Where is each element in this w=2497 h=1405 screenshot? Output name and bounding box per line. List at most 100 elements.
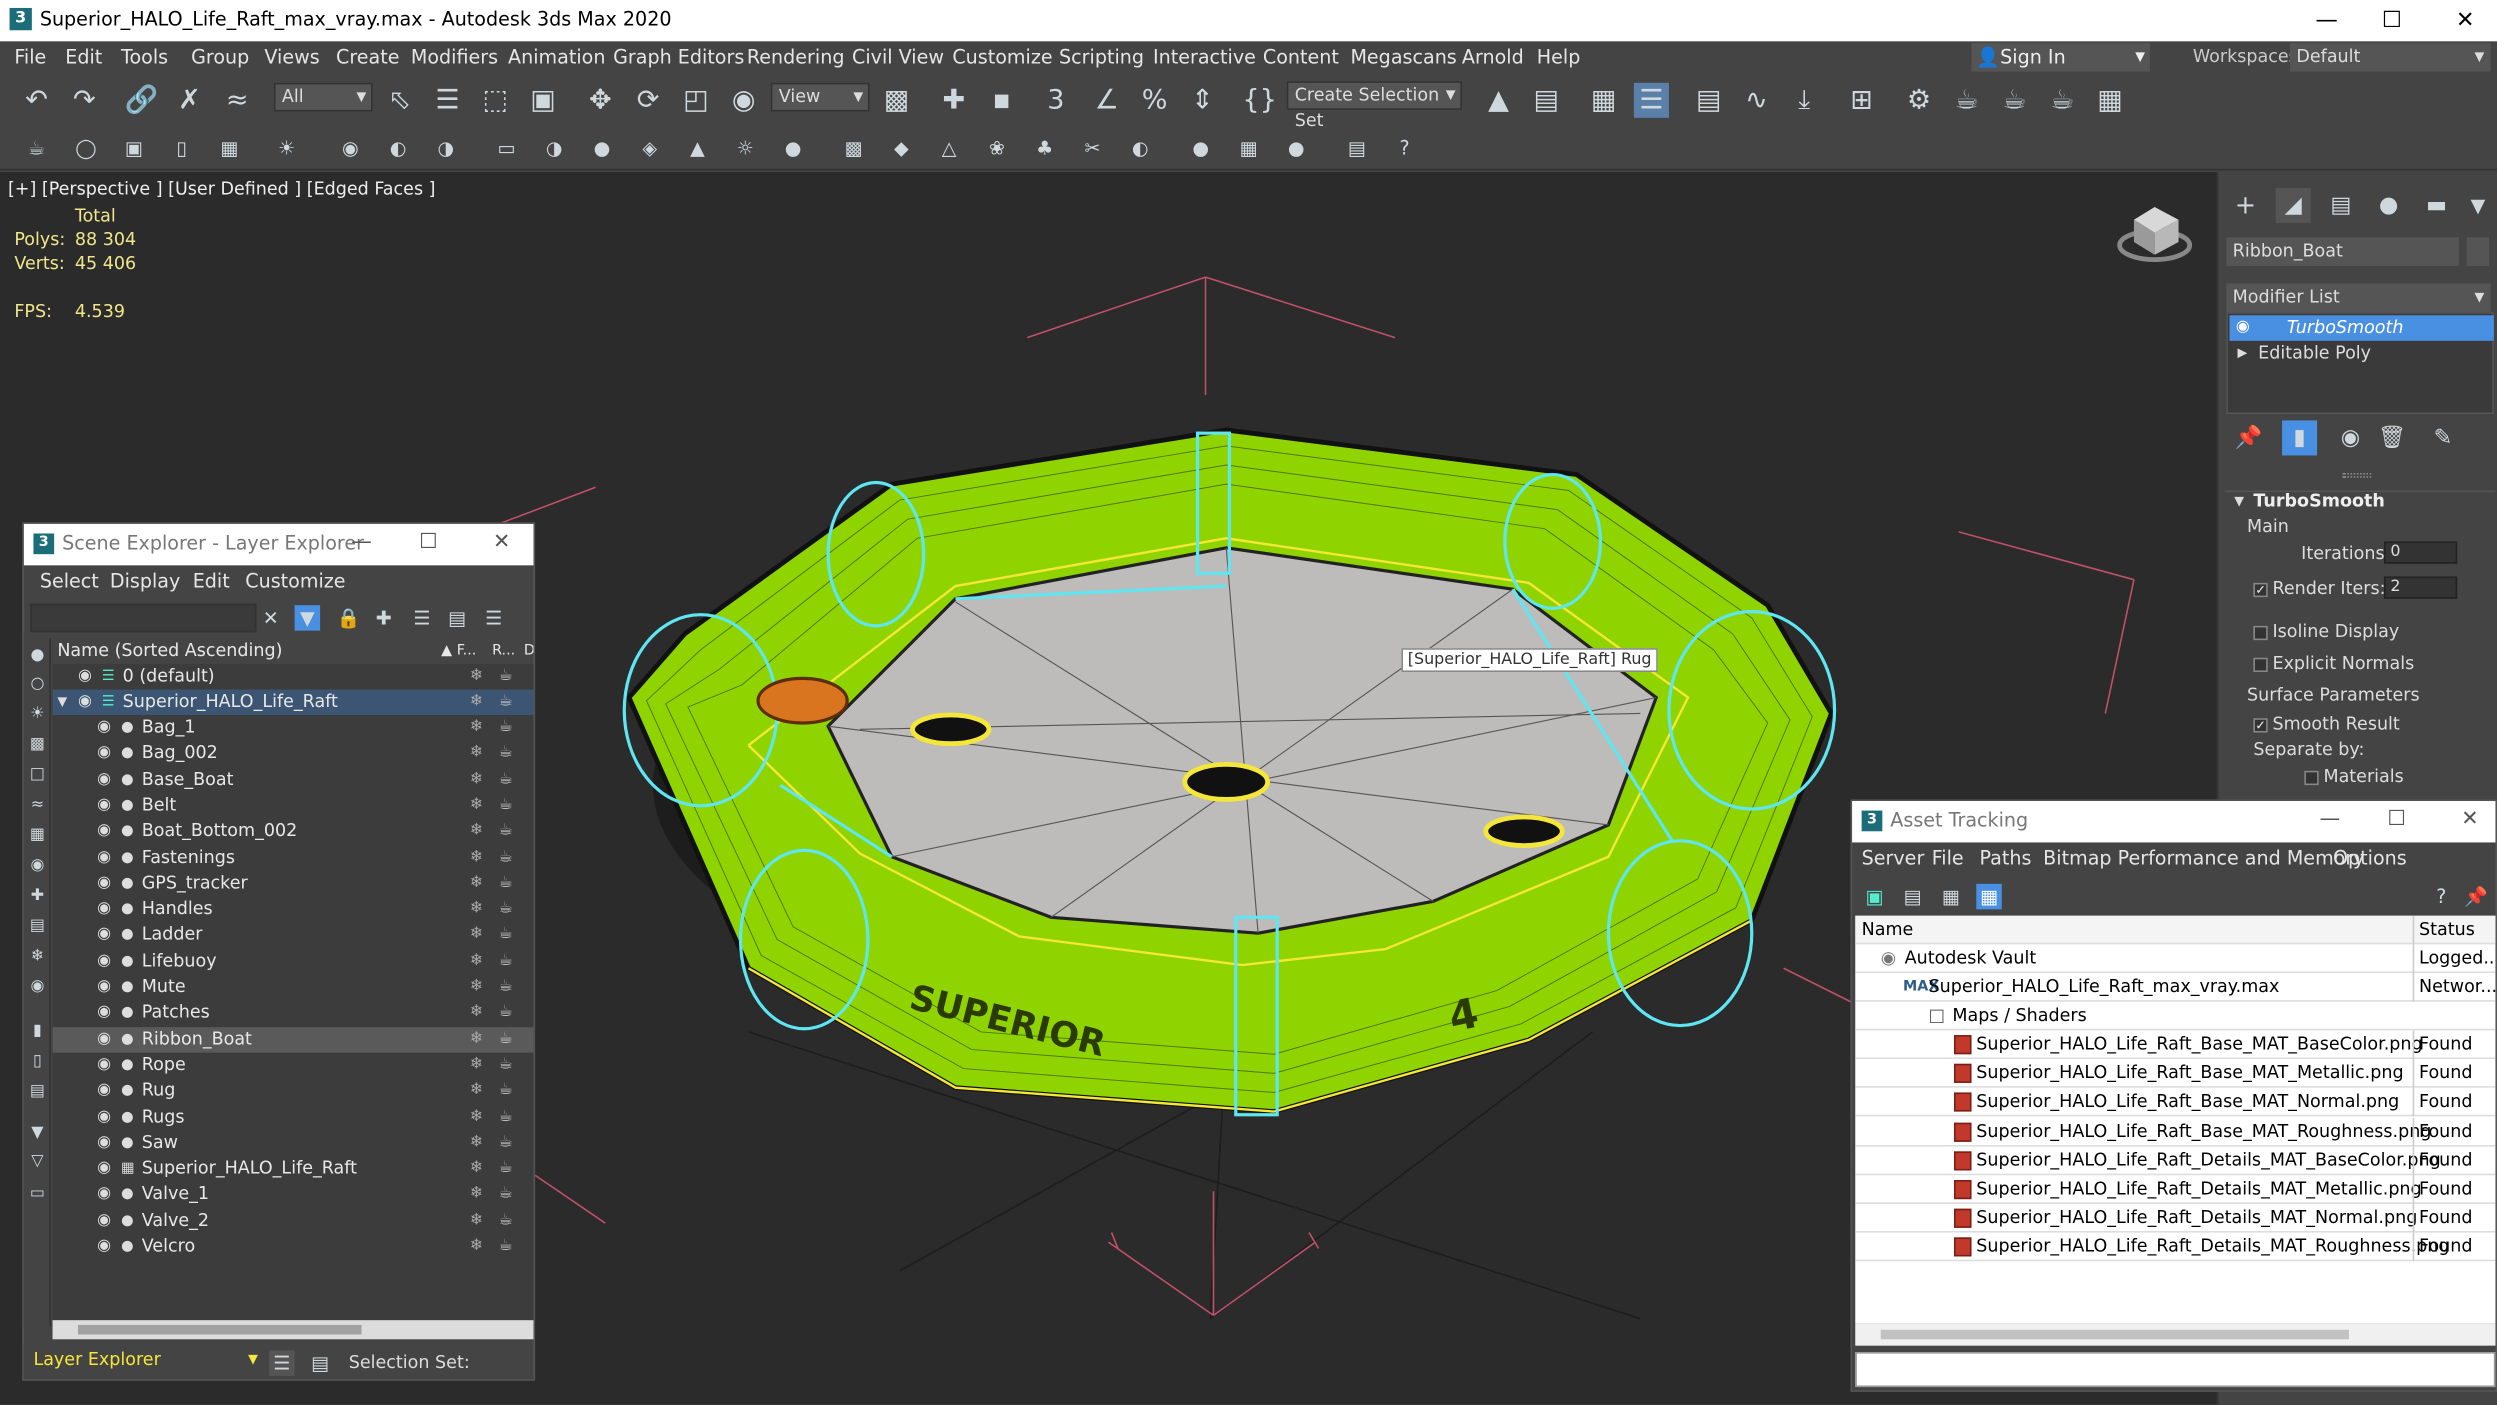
eye-icon[interactable]: ◉ (97, 897, 111, 922)
eye-icon[interactable]: ◉ (97, 819, 111, 844)
collapse-arrow-icon[interactable]: ▼ (2234, 494, 2244, 508)
add-to-layer-icon[interactable]: ☰ (409, 605, 434, 630)
eye-icon[interactable]: ◉ (97, 845, 111, 870)
display-shapes-icon[interactable]: ○ (27, 674, 48, 695)
eye-icon[interactable]: ◉ (97, 871, 111, 896)
teapot-icon[interactable]: ☕ (498, 1156, 512, 1181)
select-manipulate-icon[interactable]: ✚ (936, 83, 971, 118)
selection-filter-dropdown[interactable]: All ▼ (273, 82, 373, 112)
at-menu-file[interactable]: File (1932, 847, 1964, 869)
display-hidden-icon[interactable]: ◉ (27, 976, 48, 997)
eye-icon[interactable]: ◉ (2236, 315, 2250, 340)
unlink-icon[interactable]: ✗ (172, 83, 207, 118)
freeze-icon[interactable]: ❄ (470, 741, 483, 766)
display-tab-icon[interactable]: ▬ (2419, 188, 2454, 223)
explorer-type-dropdown[interactable]: Layer Explorer ▼ (27, 1347, 263, 1376)
column-name-header[interactable]: Name (1862, 916, 1914, 945)
object-row-mute[interactable]: ◉ ● Mute ❄ ☕ (53, 975, 534, 1000)
eye-icon[interactable]: ◉ (97, 767, 111, 792)
object-row-velcro[interactable]: ◉ ● Velcro ❄ ☕ (53, 1234, 534, 1259)
list-view-icon[interactable]: ▤ (1900, 884, 1925, 909)
menu-scripting[interactable]: Scripting (1059, 46, 1144, 68)
explicit-normals-checkbox[interactable] (2253, 657, 2268, 673)
menu-edit[interactable]: Edit (65, 46, 102, 68)
dome-icon[interactable]: ◑ (541, 135, 566, 160)
percent-snap-icon[interactable]: % (1137, 83, 1172, 118)
display-bones-icon[interactable]: ✚ (27, 885, 48, 906)
close-icon[interactable]: ✕ (2441, 5, 2489, 37)
eye-icon[interactable]: ◉ (97, 793, 111, 818)
minimize-icon[interactable]: — (2303, 5, 2351, 37)
cylinder-icon[interactable]: ▯ (169, 135, 194, 160)
teapot-icon[interactable]: ☕ (498, 767, 512, 792)
panel-drag-handle[interactable] (2342, 472, 2372, 478)
eye-icon[interactable]: ◉ (97, 1027, 111, 1052)
object-row-bag-002[interactable]: ◉ ● Bag_002 ❄ ☕ (53, 741, 534, 766)
layer-stack-icon[interactable]: ☰ (481, 605, 506, 630)
sign-in-button[interactable]: 👤 Sign In ▼ (1971, 42, 2150, 72)
teapot-icon[interactable]: ☕ (498, 1130, 512, 1155)
freeze-icon[interactable]: ❄ (470, 793, 483, 818)
decal-icon[interactable]: △ (936, 135, 961, 160)
vfb-icon[interactable]: ▦ (1236, 135, 1261, 160)
mirror-icon[interactable]: ▲ (1481, 83, 1516, 118)
freeze-icon[interactable]: ❄ (470, 1027, 483, 1052)
vray-material-icon[interactable]: ● (1188, 135, 1213, 160)
asset-row-texture[interactable]: Superior_HALO_Life_Raft_Details_MAT_Roug… (1855, 1233, 2496, 1262)
asset-row-texture[interactable]: Superior_HALO_Life_Raft_Base_MAT_Roughne… (1855, 1117, 2496, 1146)
eye-icon[interactable]: ◉ (78, 664, 92, 689)
teapot-icon[interactable]: ☕ (498, 1234, 512, 1259)
grid-plane-icon[interactable]: ▦ (217, 135, 242, 160)
freeze-icon[interactable]: ❄ (470, 1182, 483, 1207)
reference-coordinate-dropdown[interactable]: View ▼ (770, 82, 870, 112)
teapot-icon[interactable]: ☕ (498, 793, 512, 818)
column-display-header[interactable]: D (524, 639, 534, 664)
redo-icon[interactable]: ↷ (67, 83, 102, 118)
object-name-input[interactable]: Ribbon_Boat (2226, 237, 2459, 266)
motion-tab-icon[interactable]: ● (2371, 188, 2406, 223)
teapot-icon[interactable]: ☕ (498, 1104, 512, 1129)
display-cameras-icon[interactable]: ▩ (27, 734, 48, 755)
create-tab-icon[interactable]: + (2228, 188, 2263, 223)
eye-icon[interactable]: ◉ (97, 1182, 111, 1207)
move-icon[interactable]: ✥ (583, 83, 618, 118)
freeze-icon[interactable]: ❄ (470, 1078, 483, 1103)
freeze-icon[interactable]: ❄ (470, 1208, 483, 1233)
rotate-icon[interactable]: ⟳ (631, 83, 666, 118)
object-row-lifebuoy[interactable]: ◉ ● Lifebuoy ❄ ☕ (53, 949, 534, 974)
eye-icon[interactable]: ◉ (97, 1208, 111, 1233)
plant-icon[interactable]: ♣ (1032, 135, 1057, 160)
menu-help[interactable]: Help (1537, 46, 1581, 68)
menu-animation[interactable]: Animation (508, 46, 605, 68)
sphere-icon[interactable]: ● (589, 135, 614, 160)
place-icon[interactable]: ◉ (726, 83, 761, 118)
smooth-result-checkbox[interactable]: ✓ (2253, 718, 2268, 733)
fur-icon[interactable]: ▩ (841, 135, 866, 160)
table-view-icon[interactable]: ▦ (1976, 883, 2002, 910)
menu-rendering[interactable]: Rendering (747, 46, 845, 68)
asset-path-input[interactable] (1855, 1352, 2496, 1388)
object-row-superior-halo-life-raft[interactable]: ◉ ▦ Superior_HALO_Life_Raft ❄ ☕ (53, 1156, 534, 1181)
display-all-icon[interactable]: ▮ (27, 1021, 48, 1042)
bind-space-warp-icon[interactable]: ≈ (220, 83, 255, 118)
se-horizontal-scrollbar[interactable] (52, 1320, 534, 1340)
eye-icon[interactable]: ◉ (97, 1104, 111, 1129)
new-layer-icon[interactable]: ✚ (371, 605, 396, 630)
expand-arrow-icon[interactable]: ▶ (2237, 341, 2247, 366)
named-selection-dropdown[interactable]: Create Selection Set ▼ (1286, 81, 1462, 131)
freeze-icon[interactable]: ❄ (470, 1234, 483, 1259)
freeze-icon[interactable]: ❄ (470, 1001, 483, 1026)
teapot-icon[interactable]: ☕ (498, 897, 512, 922)
menu-customize[interactable]: Customize (952, 46, 1052, 68)
display-filter-alt-icon[interactable]: ▽ (27, 1151, 48, 1172)
column-status-header[interactable]: Status (2412, 915, 2496, 945)
filter-icon[interactable]: ▼ (294, 605, 321, 631)
render-setup-icon[interactable]: ☕ (1949, 83, 1984, 118)
dope-sheet-icon[interactable]: ⤓ (1787, 83, 1822, 118)
display-helpers-icon[interactable]: □ (27, 764, 48, 785)
menu-civil-view[interactable]: Civil View (852, 46, 944, 68)
eye-icon[interactable]: ◉ (97, 1052, 111, 1077)
display-xrefs-icon[interactable]: ◉ (27, 855, 48, 876)
teapot-icon[interactable]: ☕ (498, 975, 512, 1000)
teapot-icon[interactable]: ☕ (498, 1027, 512, 1052)
